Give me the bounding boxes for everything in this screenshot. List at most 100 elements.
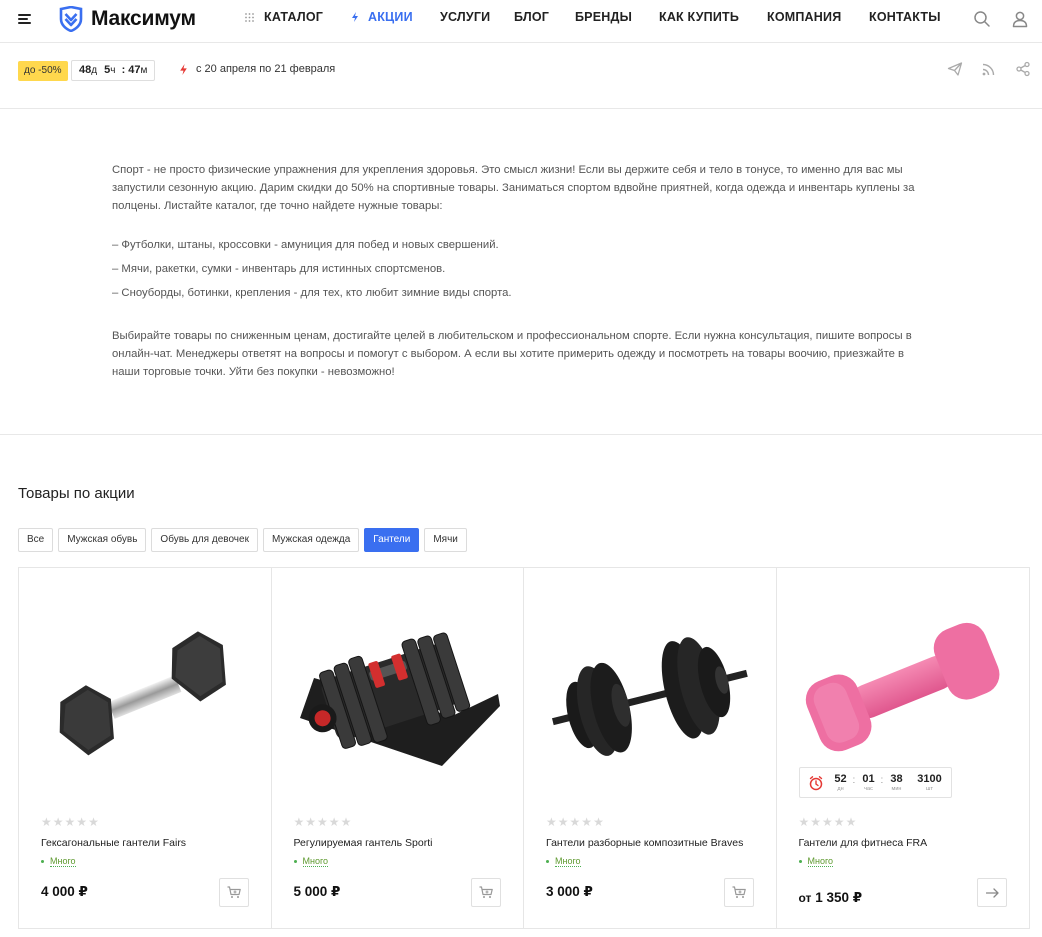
star-icon: ★: [569, 815, 581, 829]
nav-brands[interactable]: БРЕНДЫ: [575, 10, 632, 24]
nav-label: КАТАЛОГ: [264, 10, 324, 24]
view-product-button[interactable]: [977, 878, 1007, 907]
stock-label: Много: [50, 856, 76, 867]
add-to-cart-button[interactable]: [723, 878, 754, 907]
nav-contacts[interactable]: КОНТАКТЫ: [869, 10, 941, 24]
filter-girls-shoes[interactable]: Обувь для девочек: [151, 528, 258, 552]
price-prefix: от: [798, 891, 812, 905]
logo[interactable]: Максимум: [58, 5, 196, 33]
promo-timer: 48д 5ч :47м: [71, 60, 156, 81]
star-icon: ★: [833, 815, 845, 829]
nav-services[interactable]: УСЛУГИ: [440, 10, 490, 24]
nav-company[interactable]: КОМПАНИЯ: [767, 10, 841, 24]
stock-status: Много: [546, 856, 581, 867]
alarm-clock-icon: [809, 775, 822, 790]
menu-icon[interactable]: [18, 13, 32, 25]
rating-stars: ★ ★ ★ ★ ★: [294, 816, 352, 828]
date-range-text: с 20 апреля по 21 февраля: [196, 63, 336, 75]
add-to-cart-button[interactable]: [471, 878, 501, 907]
nav-blog[interactable]: БЛОГ: [514, 10, 549, 24]
grid-dots-icon: [245, 12, 254, 22]
countdown-days: 52 дн: [834, 773, 847, 792]
discount-badge: до -50%: [18, 61, 68, 81]
product-grid: ★ ★ ★ ★ ★ Гексагональные гантели Fairs Много…: [18, 567, 1030, 929]
stock-label: Много: [302, 856, 329, 867]
star-icon: ★: [593, 815, 604, 829]
logo-text: Максимум: [91, 7, 196, 30]
add-to-cart-button[interactable]: [218, 878, 249, 907]
product-image-adjustable-dumbbell[interactable]: [292, 598, 504, 798]
rss-icon[interactable]: [981, 61, 997, 77]
product-name[interactable]: Гантели разборные композитные Braves: [546, 837, 743, 849]
nav-catalog[interactable]: КАТАЛОГ: [245, 10, 323, 24]
promo-dates: с 20 апреля по 21 февраля: [180, 63, 335, 75]
product-image-hex-dumbbell[interactable]: [39, 598, 251, 798]
nav-label: АКЦИИ: [368, 10, 413, 24]
logo-shield-icon: [59, 6, 83, 32]
share-icon[interactable]: [1015, 61, 1031, 77]
product-card[interactable]: ★ ★ ★ ★ ★ Регулируемая гантель Sporti Много …: [272, 568, 524, 928]
description-paragraph: Выбирайте товары по сниженным ценам, дос…: [112, 330, 912, 378]
cart-icon: [479, 886, 493, 898]
arrow-right-icon: [985, 887, 999, 898]
star-icon: ★: [328, 815, 340, 829]
category-filters: Все Мужская обувь Обувь для девочек Мужс…: [18, 528, 467, 552]
product-name[interactable]: Гантели для фитнеса FRA: [799, 837, 928, 849]
filter-balls[interactable]: Мячи: [424, 528, 467, 552]
product-price: от 1 350 ₽: [799, 890, 863, 906]
product-card[interactable]: 52 дн : 01 час : 38 мин 3100 шт ★ ★ ★ ★ ★ Га…: [777, 568, 1030, 928]
cart-icon: [732, 886, 746, 898]
star-icon: ★: [317, 815, 328, 829]
nav-label: КОМПАНИЯ: [767, 10, 842, 24]
star-icon: ★: [76, 815, 88, 829]
star-icon: ★: [305, 815, 317, 829]
nav-label: КОНТАКТЫ: [869, 10, 941, 24]
star-icon: ★: [41, 815, 52, 829]
section-title: Товары по акции: [18, 485, 135, 502]
nav-label: БЛОГ: [514, 10, 550, 24]
send-icon[interactable]: [947, 61, 963, 77]
product-card[interactable]: ★ ★ ★ ★ ★ Гексагональные гантели Fairs Много…: [19, 568, 272, 928]
bolt-icon: [352, 12, 358, 22]
product-name[interactable]: Гексагональные гантели Fairs: [41, 837, 186, 849]
bolt-icon: [180, 63, 187, 75]
description-paragraph: Спорт - не просто физические упражнения …: [112, 164, 915, 212]
star-icon: ★: [810, 815, 822, 829]
nav-label: УСЛУГИ: [440, 10, 491, 24]
filter-mens-shoes[interactable]: Мужская обувь: [58, 528, 147, 552]
stock-status: Много: [293, 856, 329, 867]
section-divider: [0, 434, 1042, 435]
list-item: – Футболки, штаны, кроссовки - амуниция …: [112, 239, 499, 251]
stock-label: Много: [807, 856, 834, 867]
star-icon: ★: [822, 815, 833, 829]
filter-dumbbells[interactable]: Гантели: [364, 528, 420, 552]
search-icon[interactable]: [973, 10, 991, 28]
nav-how-to-buy[interactable]: КАК КУПИТЬ: [659, 10, 739, 24]
rating-stars: ★ ★ ★ ★ ★: [546, 816, 604, 828]
product-image-plate-dumbbell[interactable]: [544, 598, 756, 798]
star-icon: ★: [64, 815, 76, 829]
countdown-minutes: 38 мин: [890, 773, 903, 792]
product-card[interactable]: ★ ★ ★ ★ ★ Гантели разборные композитные Brav…: [524, 568, 777, 928]
rating-stars: ★ ★ ★ ★ ★: [41, 816, 99, 828]
countdown-quantity: 3100 шт: [917, 773, 942, 792]
cart-icon: [227, 886, 241, 898]
product-price: 4 000 ₽: [41, 884, 88, 899]
product-name[interactable]: Регулируемая гантель Sporti: [294, 837, 433, 849]
filter-all[interactable]: Все: [18, 528, 54, 552]
rating-stars: ★ ★ ★ ★ ★: [799, 816, 857, 828]
star-icon: ★: [52, 815, 64, 829]
list-item: – Сноуборды, ботинки, крепления - для те…: [112, 287, 512, 299]
product-price: 5 000 ₽: [293, 884, 341, 899]
filter-mens-clothing[interactable]: Мужская одежда: [262, 528, 360, 552]
star-icon: ★: [293, 815, 305, 829]
user-icon[interactable]: [1011, 10, 1029, 28]
timer-minutes-unit: м: [140, 65, 148, 76]
nav-promotions[interactable]: АКЦИИ: [352, 10, 413, 24]
product-countdown: 52 дн : 01 час : 38 мин 3100 шт: [798, 767, 952, 798]
price-value: 1 350 ₽: [815, 890, 863, 905]
star-icon: ★: [546, 815, 557, 829]
promo-description: Спорт - не просто физические упражнения …: [112, 161, 922, 381]
star-icon: ★: [845, 815, 857, 829]
product-price: 3 000 ₽: [546, 884, 593, 899]
